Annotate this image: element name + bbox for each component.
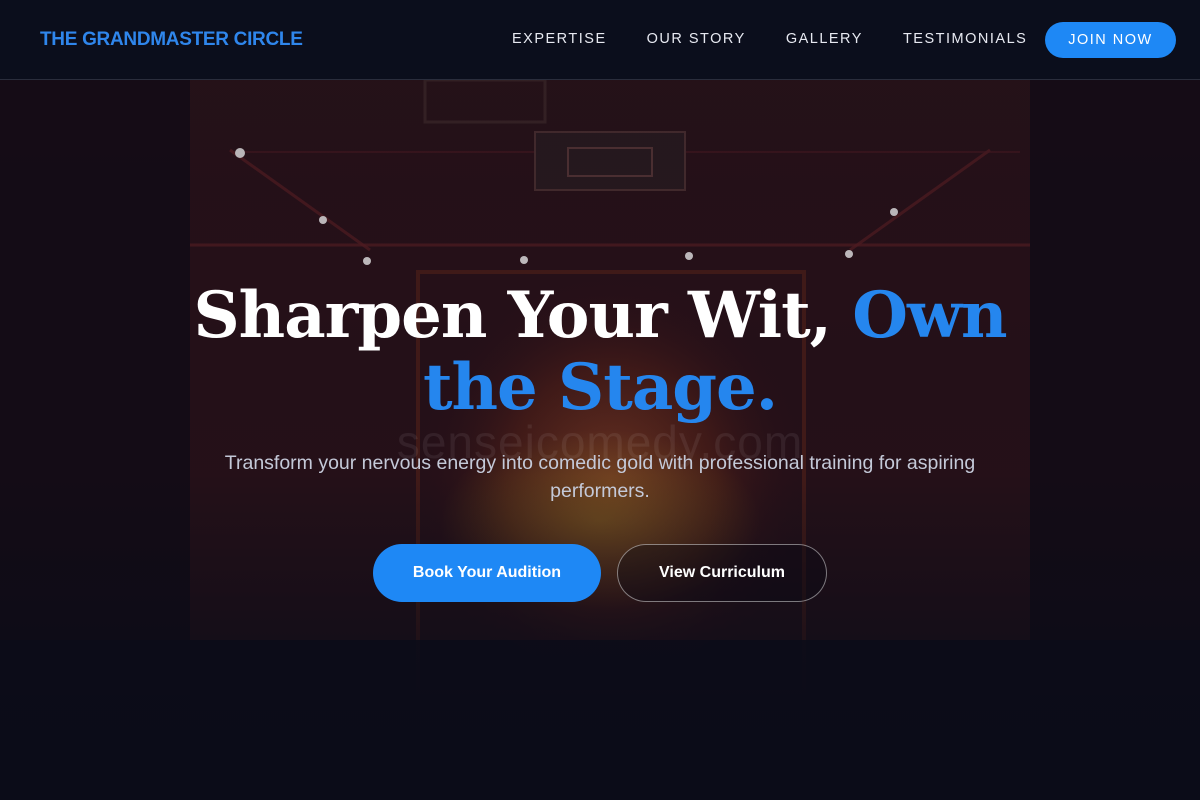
nav-link-gallery[interactable]: GALLERY	[786, 31, 863, 47]
join-now-button[interactable]: JOIN NOW	[1045, 22, 1176, 58]
top-navbar: THE GRANDMASTER CIRCLE EXPERTISE OUR STO…	[0, 0, 1200, 80]
hero-section: senseicomedy.com Sharpen Your Wit, Own t…	[0, 80, 1200, 800]
nav-link-testimonials[interactable]: TESTIMONIALS	[903, 31, 1027, 47]
hero-dark-overlay	[0, 80, 1200, 800]
hero-title: Sharpen Your Wit, Own the Stage.	[150, 280, 1050, 424]
view-curriculum-button[interactable]: View Curriculum	[617, 544, 827, 602]
hero-title-main: Sharpen Your Wit,	[193, 278, 853, 353]
brand-logo-link[interactable]: THE GRANDMASTER CIRCLE	[40, 29, 303, 51]
nav-links: EXPERTISE OUR STORY GALLERY TESTIMONIALS	[512, 31, 1027, 47]
landing-page: THE GRANDMASTER CIRCLE EXPERTISE OUR STO…	[0, 0, 1200, 800]
hero-subtitle: Transform your nervous energy into comed…	[224, 452, 976, 502]
nav-link-expertise[interactable]: EXPERTISE	[512, 31, 607, 47]
book-audition-button[interactable]: Book Your Audition	[373, 544, 601, 602]
nav-link-our-story[interactable]: OUR STORY	[647, 31, 746, 47]
